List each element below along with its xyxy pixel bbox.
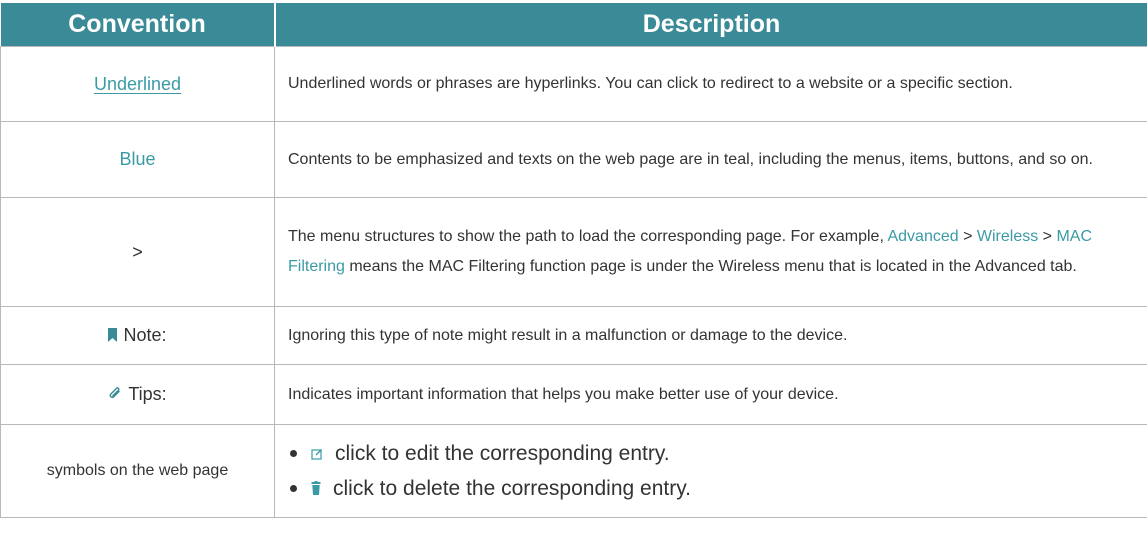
delete-description: click to delete the corresponding entry. bbox=[333, 477, 691, 500]
edit-icon[interactable] bbox=[311, 436, 323, 471]
convention-cell: Blue bbox=[0, 121, 275, 198]
list-item: click to delete the corresponding entry. bbox=[288, 471, 1133, 506]
table-row: symbols on the web page click to edit th… bbox=[0, 424, 1147, 518]
underlined-link[interactable]: Underlined bbox=[94, 74, 181, 94]
symbols-label: symbols on the web page bbox=[46, 462, 229, 479]
description-cell: The menu structures to show the path to … bbox=[274, 197, 1147, 307]
note-label: Note: bbox=[123, 324, 167, 345]
description-cell: Contents to be emphasized and texts on t… bbox=[274, 121, 1147, 198]
menu-separator: > bbox=[958, 228, 977, 245]
description-cell: Underlined words or phrases are hyperlin… bbox=[274, 46, 1147, 122]
table-row: Note: Ignoring this type of note might r… bbox=[0, 306, 1147, 365]
convention-cell: symbols on the web page bbox=[0, 424, 275, 518]
convention-cell: Underlined bbox=[0, 46, 275, 122]
menu-wireless: Wireless bbox=[976, 228, 1039, 245]
menu-advanced: Advanced bbox=[887, 228, 959, 245]
tips-label: Tips: bbox=[128, 383, 167, 404]
conventions-table: Convention Description Underlined Underl… bbox=[0, 3, 1147, 518]
menu-separator: > bbox=[1038, 228, 1057, 245]
bookmark-icon bbox=[108, 326, 118, 347]
convention-cell: Note: bbox=[0, 306, 275, 365]
header-description: Description bbox=[274, 3, 1147, 47]
description-cell: Indicates important information that hel… bbox=[274, 364, 1147, 425]
symbols-list: click to edit the corresponding entry. c… bbox=[288, 436, 1133, 506]
description-cell: click to edit the corresponding entry. c… bbox=[274, 424, 1147, 518]
trash-icon[interactable] bbox=[311, 471, 321, 506]
blue-convention-label: Blue bbox=[119, 149, 156, 169]
table-row: > The menu structures to show the path t… bbox=[0, 197, 1147, 307]
convention-cell: Tips: bbox=[0, 364, 275, 425]
menu-path-intro: The menu structures to show the path to … bbox=[288, 228, 884, 245]
paperclip-icon bbox=[108, 385, 122, 406]
header-convention: Convention bbox=[0, 3, 276, 47]
table-header-row: Convention Description bbox=[0, 3, 1147, 47]
table-row: Underlined Underlined words or phrases a… bbox=[0, 46, 1147, 122]
edit-description: click to edit the corresponding entry. bbox=[335, 442, 670, 465]
menu-path-tail: means the MAC Filtering function page is… bbox=[344, 258, 1077, 275]
table-row: Tips: Indicates important information th… bbox=[0, 364, 1147, 425]
convention-cell: > bbox=[0, 197, 275, 307]
bullet-icon bbox=[290, 485, 297, 492]
bullet-icon bbox=[290, 450, 297, 457]
table-row: Blue Contents to be emphasized and texts… bbox=[0, 121, 1147, 198]
description-cell: Ignoring this type of note might result … bbox=[274, 306, 1147, 365]
list-item: click to edit the corresponding entry. bbox=[288, 436, 1133, 471]
